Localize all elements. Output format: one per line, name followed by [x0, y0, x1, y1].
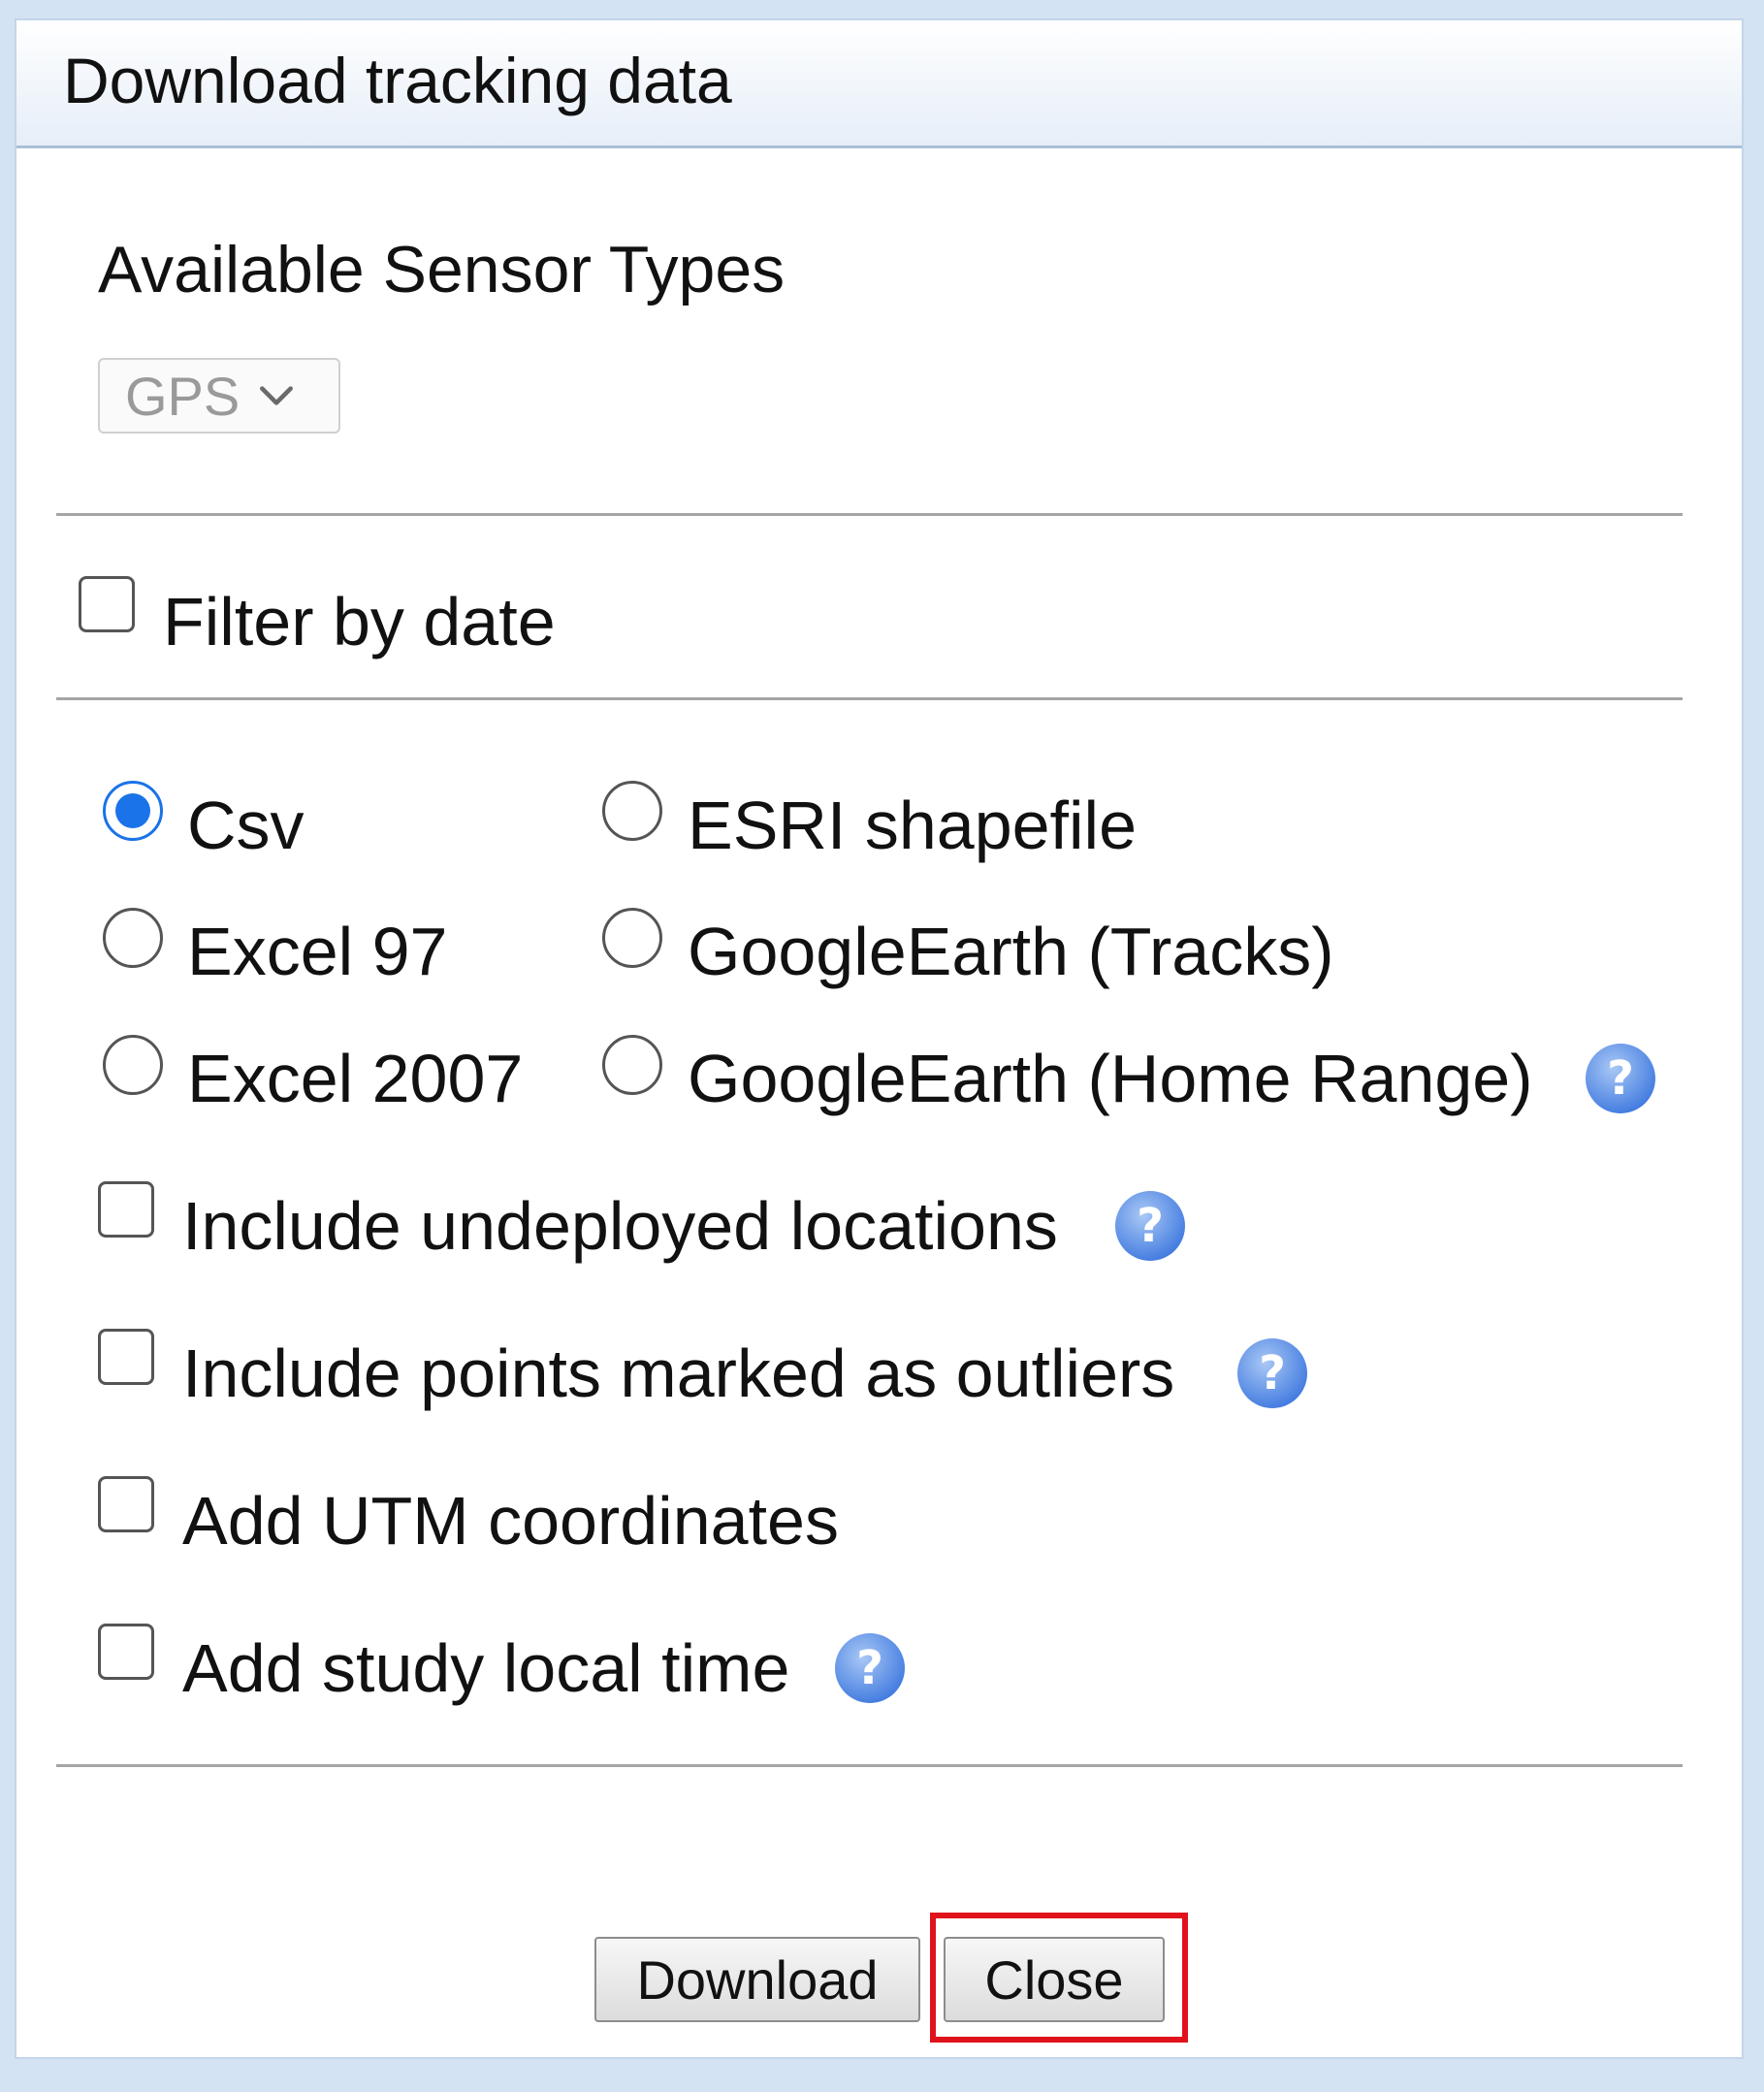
format-radio-csv[interactable]	[103, 781, 163, 841]
format-label-esri-shapefile: ESRI shapefile	[688, 788, 1138, 863]
include-outliers-label: Include points marked as outliers	[182, 1336, 1175, 1411]
dialog-title: Download tracking data	[63, 45, 732, 116]
help-icon[interactable]: ?	[1582, 1040, 1659, 1117]
help-icon[interactable]: ?	[1111, 1187, 1189, 1265]
format-radio-googleearth-home-range[interactable]	[602, 1035, 662, 1095]
format-label-googleearth-tracks: GoogleEarth (Tracks)	[688, 914, 1334, 989]
format-radio-esri-shapefile[interactable]	[602, 781, 662, 841]
svg-text:?: ?	[1137, 1199, 1164, 1253]
sensor-type-select[interactable]: GPS	[98, 358, 340, 434]
background-strip	[0, 2059, 1764, 2092]
add-local-time-checkbox[interactable]	[98, 1624, 154, 1680]
svg-text:?: ?	[1607, 1051, 1634, 1106]
divider	[56, 697, 1683, 700]
download-button[interactable]: Download	[594, 1937, 920, 2022]
svg-text:?: ?	[1259, 1346, 1286, 1400]
help-icon[interactable]: ?	[1234, 1335, 1311, 1412]
format-radio-excel-2007[interactable]	[103, 1035, 163, 1095]
include-outliers-checkbox[interactable]	[98, 1329, 154, 1385]
sensor-types-heading: Available Sensor Types	[98, 233, 786, 306]
download-dialog: Download tracking data Available Sensor …	[15, 18, 1744, 2059]
close-button-highlight	[930, 1913, 1188, 2043]
page-background: Download tracking data Available Sensor …	[0, 0, 1764, 2092]
divider	[56, 513, 1683, 516]
format-radio-googleearth-tracks[interactable]	[602, 908, 662, 968]
include-undeployed-label: Include undeployed locations	[182, 1188, 1058, 1264]
divider	[56, 1764, 1683, 1767]
format-label-excel-2007: Excel 2007	[187, 1041, 524, 1116]
format-label-csv: Csv	[187, 788, 305, 863]
chevron-down-icon	[260, 386, 294, 405]
dialog-titlebar: Download tracking data	[16, 20, 1742, 148]
filter-by-date-checkbox[interactable]	[79, 576, 135, 632]
help-icon[interactable]: ?	[831, 1629, 909, 1707]
sensor-type-value: GPS	[125, 365, 241, 427]
svg-text:?: ?	[856, 1641, 883, 1695]
format-label-excel-97: Excel 97	[187, 914, 448, 989]
add-utm-label: Add UTM coordinates	[182, 1483, 839, 1559]
filter-by-date-label: Filter by date	[163, 584, 556, 660]
format-radio-excel-97[interactable]	[103, 908, 163, 968]
add-local-time-label: Add study local time	[182, 1630, 790, 1706]
format-label-googleearth-home-range: GoogleEarth (Home Range)	[688, 1041, 1533, 1116]
add-utm-checkbox[interactable]	[98, 1476, 154, 1532]
include-undeployed-checkbox[interactable]	[98, 1181, 154, 1238]
